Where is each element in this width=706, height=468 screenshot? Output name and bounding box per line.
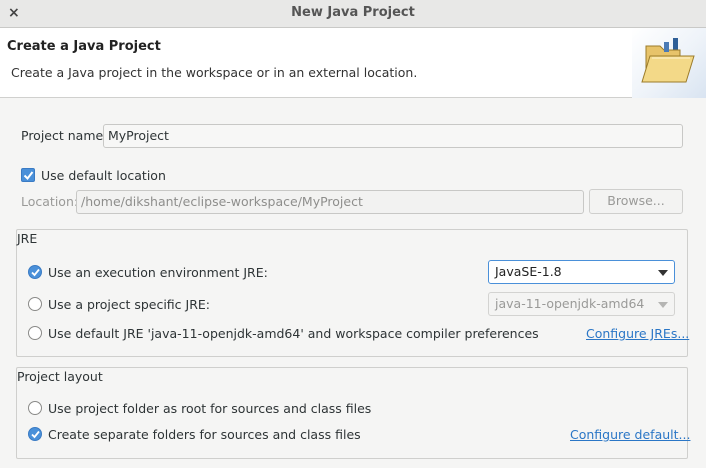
header-banner [632,28,706,98]
jre-specific-radio[interactable] [28,297,42,311]
chevron-down-icon [658,270,668,276]
jre-env-label: Use an execution environment JRE: [48,265,268,280]
page-description: Create a Java project in the workspace o… [11,65,418,80]
jre-default-label: Use default JRE 'java-11-openjdk-amd64' … [48,326,539,341]
folder-icon [641,38,695,83]
project-name-label: Project name: [21,128,108,143]
jre-default-radio[interactable] [28,326,42,340]
browse-button[interactable]: Browse... [589,189,683,214]
window-title: New Java Project [291,5,415,20]
jre-specific-label: Use a project specific JRE: [48,297,210,312]
layout-separate-radio[interactable] [28,427,42,441]
layout-root-label: Use project folder as root for sources a… [48,401,372,416]
checkmark-icon [31,268,40,277]
jre-specific-combo[interactable]: java-11-openjdk-amd64 [488,292,675,316]
location-label: Location: [21,194,79,209]
project-layout-title: Project layout [17,369,103,384]
project-name-input[interactable]: MyProject [103,124,683,148]
page-title: Create a Java Project [7,39,161,54]
chevron-down-icon [658,302,668,308]
jre-env-radio[interactable] [28,265,42,279]
title-bar: × New Java Project [0,0,706,28]
layout-separate-label: Create separate folders for sources and … [48,427,361,442]
configure-default-link[interactable]: Configure default... [570,427,690,442]
jre-env-combo-value: JavaSE-1.8 [495,264,562,279]
configure-jres-link[interactable]: Configure JREs... [586,326,689,341]
default-location-checkbox[interactable] [21,168,35,182]
jre-group-title: JRE [17,231,38,246]
wizard-header: Create a Java Project Create a Java proj… [0,28,706,98]
jre-env-combo[interactable]: JavaSE-1.8 [488,260,675,284]
layout-root-radio[interactable] [28,401,42,415]
jre-specific-combo-value: java-11-openjdk-amd64 [495,296,645,311]
location-input[interactable]: /home/dikshant/eclipse-workspace/MyProje… [76,190,584,214]
checkmark-icon [23,171,34,181]
checkmark-icon [31,430,40,439]
default-location-label: Use default location [41,168,166,183]
